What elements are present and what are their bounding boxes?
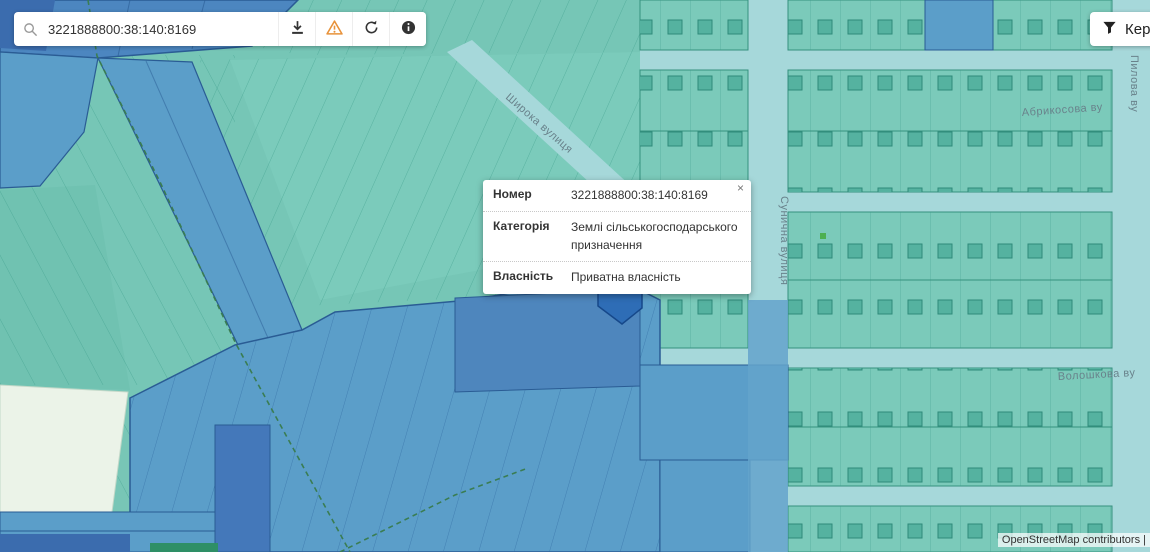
filter-icon bbox=[1102, 20, 1117, 39]
popup-label: Номер bbox=[493, 187, 571, 204]
street-label-sunychna: Сунична вулиця bbox=[778, 196, 790, 285]
download-button[interactable] bbox=[278, 12, 315, 46]
manage-button-label: Керування bbox=[1125, 21, 1150, 38]
popup-value: Приватна власність bbox=[571, 269, 741, 286]
popup-row-number: Номер 3221888800:38:140:8169 bbox=[483, 180, 751, 212]
search-toolbar bbox=[14, 12, 426, 46]
popup-value: 3221888800:38:140:8169 bbox=[571, 187, 741, 204]
manage-button[interactable]: Керування bbox=[1090, 12, 1150, 46]
warning-button[interactable] bbox=[315, 12, 352, 46]
search-icon bbox=[14, 12, 46, 46]
popup-value: Землі сільськогосподарського призначення bbox=[571, 219, 741, 254]
map-attribution[interactable]: OpenStreetMap contributors | bbox=[998, 533, 1150, 547]
street-label-pylova: Пилова ву bbox=[1128, 55, 1140, 112]
pale-area bbox=[0, 385, 128, 512]
info-icon bbox=[401, 20, 416, 38]
parcel-info-popup: × Номер 3221888800:38:140:8169 Категорія… bbox=[483, 180, 751, 294]
refresh-icon bbox=[364, 20, 379, 38]
warning-icon bbox=[326, 20, 343, 38]
search-input[interactable] bbox=[46, 21, 278, 38]
close-icon[interactable]: × bbox=[737, 182, 744, 194]
info-button[interactable] bbox=[389, 12, 426, 46]
refresh-button[interactable] bbox=[352, 12, 389, 46]
popup-row-ownership: Власність Приватна власність bbox=[483, 262, 751, 293]
popup-row-category: Категорія Землі сільськогосподарського п… bbox=[483, 212, 751, 262]
popup-label: Категорія bbox=[493, 219, 571, 254]
popup-label: Власність bbox=[493, 269, 571, 286]
green-marker bbox=[820, 233, 826, 239]
download-icon bbox=[290, 20, 305, 38]
